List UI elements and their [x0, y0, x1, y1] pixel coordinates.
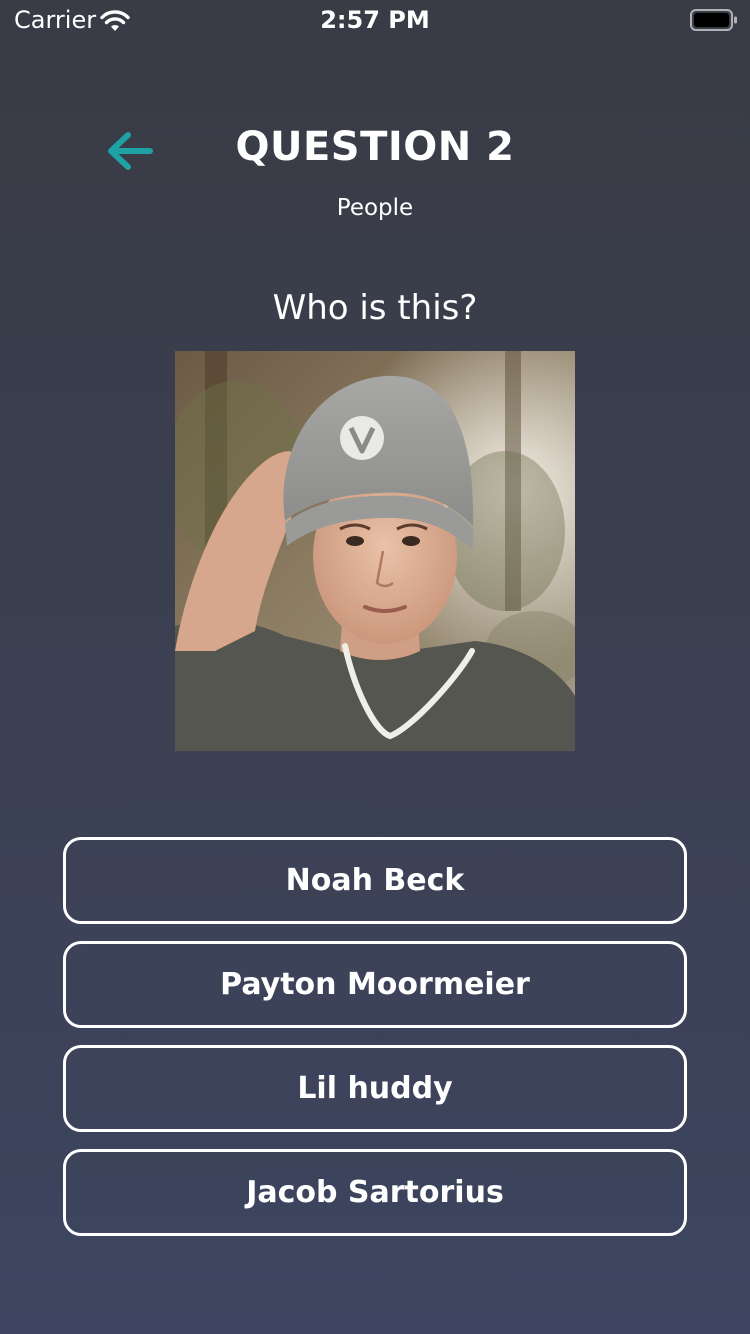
answer-button-4[interactable]: Jacob Sartorius	[63, 1149, 687, 1236]
category-label: People	[336, 195, 414, 221]
clock: 2:57 PM	[320, 6, 430, 34]
answer-button-2[interactable]: Payton Moormeier	[63, 941, 687, 1028]
answer-button-3[interactable]: Lil huddy	[63, 1045, 687, 1132]
answer-label: Noah Beck	[285, 863, 465, 898]
question-prompt: Who is this?	[272, 288, 478, 328]
quiz-screen: Carrier 2:57 PM QUESTION 2 People Who is…	[0, 0, 750, 1334]
question-photo	[175, 351, 575, 751]
battery-full-icon	[690, 9, 737, 31]
answer-label: Lil huddy	[297, 1071, 453, 1106]
answer-label: Jacob Sartorius	[246, 1175, 504, 1210]
page-title: QUESTION 2	[235, 124, 515, 170]
answer-label: Payton Moormeier	[220, 967, 530, 1002]
status-bar: Carrier 2:57 PM	[0, 0, 750, 40]
answer-button-1[interactable]: Noah Beck	[63, 837, 687, 924]
